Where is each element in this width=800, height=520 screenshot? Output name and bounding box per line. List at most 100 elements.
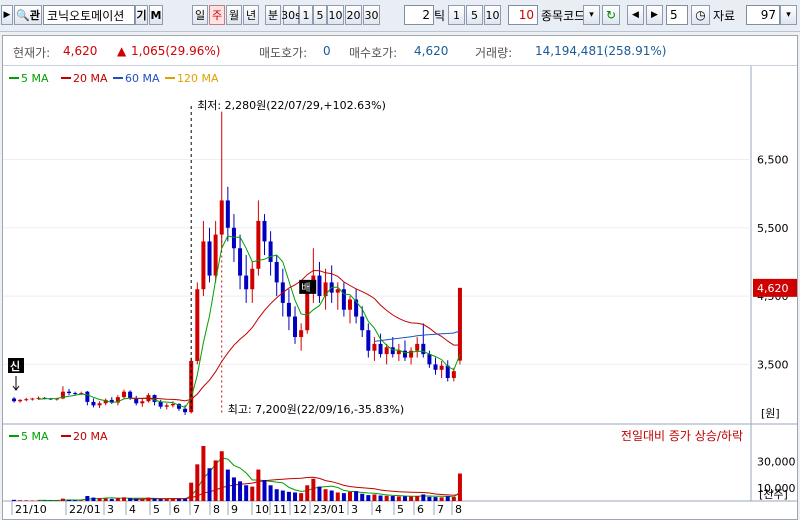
candle-body (274, 261, 279, 283)
toolbar: ▶ 🔍관 코닉오토메이션 기 M 2 틱 10 종목코드 ▾ ↻ ◀ ▶ 5 ◷… (0, 0, 800, 32)
candle-body (91, 401, 96, 406)
play-arrow-icon[interactable]: ▶ (1, 5, 13, 25)
current-price-value: 4,620 (63, 44, 98, 58)
volume-label: 거래량: (475, 46, 513, 60)
volume-bar (12, 499, 17, 501)
next-arrow-icon[interactable]: ▶ (646, 5, 663, 25)
tick-tab-2[interactable]: 10 (484, 5, 501, 25)
legend-label: 60 MA (125, 72, 160, 85)
candle-body (396, 350, 401, 355)
tick-custom-input[interactable]: 10 (508, 5, 538, 25)
current-price-tag-text: 4,620 (757, 282, 789, 295)
volume-bar (439, 497, 444, 501)
volume-bar (170, 498, 175, 501)
candle-body (262, 220, 267, 242)
volume-bar (360, 493, 365, 501)
volume-bar (421, 494, 426, 501)
candle-body (158, 401, 163, 407)
volume-bar (402, 496, 407, 501)
candle-body (335, 289, 340, 293)
candle-body (122, 391, 126, 398)
prev-arrow-icon[interactable]: ◀ (627, 5, 644, 25)
volume-bar (207, 468, 212, 501)
volume-bar (433, 497, 438, 501)
candle-body (384, 347, 389, 355)
volume-bar (335, 492, 340, 501)
volume-bar (305, 485, 310, 501)
candle-body (85, 391, 90, 402)
volume-bar (231, 477, 236, 501)
x-tick-label: 5 (397, 503, 404, 516)
period-tab-3[interactable]: 년 (243, 5, 259, 25)
tick-tab-1[interactable]: 5 (466, 5, 483, 25)
period-tab-8[interactable]: 10 (327, 5, 344, 25)
volume-bar (115, 497, 120, 501)
search-button[interactable]: 🔍관 (14, 5, 42, 25)
volume-bar (164, 499, 169, 501)
period-tab-0[interactable]: 일 (192, 5, 208, 25)
data-count-input[interactable]: 97 (746, 5, 780, 25)
data-dropdown-icon[interactable]: ▾ (780, 5, 797, 25)
candle-body (348, 299, 352, 310)
price-volume-chart: 6,5005,5004,5003,500[원]4,6205 MA20 MA60 … (3, 66, 797, 516)
ask-label: 매도호가: (259, 46, 308, 60)
name-button-m[interactable]: M (149, 5, 163, 25)
period-tab-2[interactable]: 월 (226, 5, 242, 25)
x-tick-label: 11 (273, 503, 287, 516)
volume-bar (85, 496, 90, 501)
volume-bar (225, 469, 230, 501)
count-input[interactable]: 5 (666, 5, 688, 25)
volume-legend-label: 20 MA (73, 430, 108, 443)
volume-bar (250, 486, 255, 501)
x-tick-label: 4 (375, 503, 382, 516)
volume-note: 전일대비 증가 상승/하락 (621, 429, 743, 443)
change-value: 1,065(29.96%) (131, 44, 221, 58)
refresh-icon[interactable]: ↻ (602, 5, 620, 25)
volume-ma5-line (38, 457, 461, 501)
tick-tab-0[interactable]: 1 (448, 5, 465, 25)
candle-body (250, 268, 255, 290)
marker-badge-text: 배 (301, 282, 310, 294)
period-tab-4[interactable]: 분 (265, 5, 281, 25)
volume-bar (244, 485, 249, 501)
volume-bar (268, 485, 273, 501)
x-tick-label: 23/01 (313, 503, 345, 516)
x-tick-label: 8 (455, 503, 462, 516)
candle-body (140, 401, 145, 404)
name-button-gi[interactable]: 기 (135, 5, 148, 25)
period-tab-10[interactable]: 30 (363, 5, 380, 25)
y-tick-label: 5,500 (757, 222, 789, 235)
period-tab-5[interactable]: 30s (281, 5, 301, 25)
candle-body (97, 403, 102, 406)
tick-input[interactable]: 2 (404, 5, 434, 25)
period-tab-6[interactable]: 1 (299, 5, 313, 25)
volume-bar (311, 478, 316, 501)
period-tab-9[interactable]: 20 (345, 5, 362, 25)
bid-value: 4,620 (414, 44, 449, 58)
code-dropdown-icon[interactable]: ▾ (583, 5, 600, 25)
clock-icon[interactable]: ◷ (691, 5, 710, 25)
volume-bar (317, 486, 322, 501)
candle-body (268, 241, 273, 262)
volume-bar (213, 460, 218, 501)
candle-body (293, 316, 298, 338)
volume-bar (201, 446, 206, 501)
x-tick-label: 7 (193, 503, 200, 516)
volume-bar (91, 497, 96, 501)
legend-label: 5 MA (21, 72, 49, 85)
period-tab-1[interactable]: 주 (209, 5, 225, 25)
volume-bar (378, 495, 383, 501)
volume-bar (73, 500, 78, 501)
x-tick-label: 3 (107, 503, 114, 516)
candle-body (189, 360, 194, 413)
volume-bar (293, 492, 298, 501)
stock-name-field[interactable]: 코닉오토메이션 (43, 5, 135, 25)
y-tick-label: 3,500 (757, 358, 789, 371)
x-tick-label: 12 (293, 503, 307, 516)
volume-bar (396, 496, 401, 501)
candle-body (421, 343, 426, 355)
period-tab-7[interactable]: 5 (313, 5, 327, 25)
y-tick-label: 6,500 (757, 153, 789, 166)
candle-body (299, 330, 304, 338)
candle-body (24, 399, 29, 401)
